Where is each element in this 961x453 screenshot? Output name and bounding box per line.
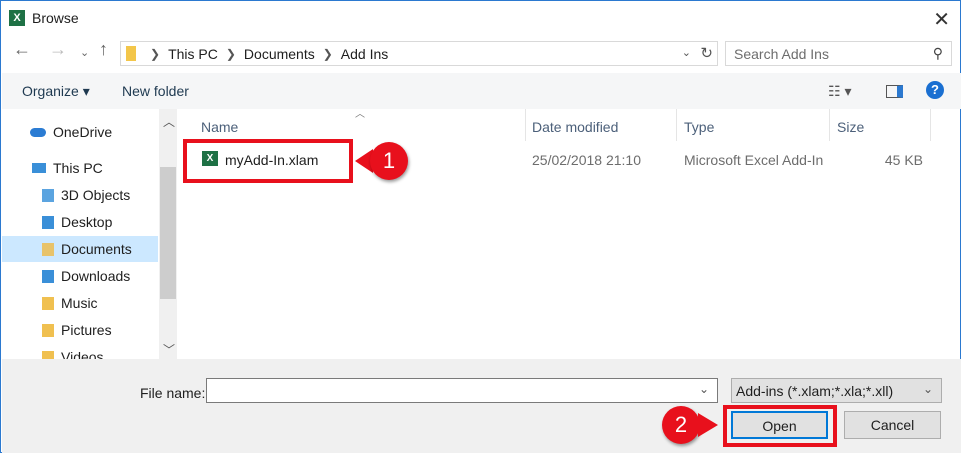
- refresh-icon[interactable]: ↻: [700, 44, 713, 62]
- sidebar-item-label: OneDrive: [53, 124, 113, 140]
- preview-pane-icon[interactable]: [886, 85, 903, 98]
- cloud-icon: [30, 127, 46, 137]
- file-type-select[interactable]: Add-ins (*.xlam;*.xla;*.xll) ⌄: [731, 378, 942, 403]
- file-highlight-box: [183, 139, 353, 183]
- toolbar: Organize ▾ New folder ☷ ▾ ?: [2, 73, 961, 109]
- breadcrumb-separator: ❯: [150, 46, 161, 61]
- callout-badge-2: 2: [662, 406, 700, 444]
- file-type: Microsoft Excel Add-In: [684, 152, 824, 168]
- column-date-modified[interactable]: Date modified: [532, 119, 618, 135]
- back-icon[interactable]: ←: [13, 39, 31, 69]
- sidebar-item-3d-objects[interactable]: 3D Objects: [2, 182, 158, 208]
- search-input[interactable]: Search Add Ins ⚲: [725, 41, 952, 66]
- breadcrumb-this-pc[interactable]: This PC: [168, 46, 218, 62]
- file-type-value: Add-ins (*.xlam;*.xla;*.xll): [736, 383, 894, 399]
- sidebar-item-this-pc[interactable]: This PC: [2, 155, 158, 181]
- documents-icon: [42, 242, 54, 256]
- excel-icon: X: [9, 10, 25, 26]
- sidebar-item-downloads[interactable]: Downloads: [2, 263, 158, 289]
- callout-badge-1: 1: [370, 142, 408, 180]
- scroll-down-icon[interactable]: ﹀: [163, 341, 175, 358]
- sidebar-item-label: Desktop: [61, 214, 113, 230]
- search-placeholder: Search Add Ins: [734, 46, 829, 62]
- address-bar[interactable]: ❯ This PC ❯ Documents ❯ Add Ins ⌄ ↻: [120, 41, 718, 66]
- sidebar-item-music[interactable]: Music: [2, 290, 158, 316]
- computer-icon: [32, 163, 46, 173]
- sidebar-item-onedrive[interactable]: OneDrive: [2, 119, 158, 145]
- sidebar-item-label: This PC: [53, 160, 103, 176]
- file-date: 25/02/2018 21:10: [532, 152, 641, 168]
- column-headers: Name Date modified Type Size: [191, 109, 931, 141]
- address-dropdown-icon[interactable]: ⌄: [682, 46, 691, 59]
- sidebar-item-label: Downloads: [61, 268, 131, 284]
- column-divider[interactable]: [930, 109, 931, 141]
- sidebar-item-label: Videos: [61, 349, 104, 359]
- forward-icon[interactable]: →: [49, 39, 67, 69]
- close-icon[interactable]: ✕: [933, 7, 950, 32]
- sidebar-item-videos[interactable]: Videos: [2, 344, 158, 359]
- music-icon: [42, 296, 54, 310]
- chevron-down-icon[interactable]: ⌄: [699, 382, 709, 396]
- new-folder-button[interactable]: New folder: [122, 83, 189, 99]
- videos-icon: [42, 350, 54, 359]
- sidebar-item-label: Documents: [61, 241, 132, 257]
- column-divider[interactable]: [525, 109, 526, 141]
- sidebar-item-desktop[interactable]: Desktop: [2, 209, 158, 235]
- help-icon[interactable]: ?: [926, 81, 944, 99]
- folder-icon: [126, 46, 136, 61]
- column-size[interactable]: Size: [837, 119, 864, 135]
- sidebar-item-label: Pictures: [61, 322, 112, 338]
- title-bar: X Browse ✕: [1, 1, 960, 35]
- sidebar-scrollbar[interactable]: ︿ ﹀: [159, 109, 177, 359]
- search-icon[interactable]: ⚲: [933, 45, 943, 62]
- column-name[interactable]: Name: [201, 119, 238, 135]
- column-type[interactable]: Type: [684, 119, 714, 135]
- desktop-icon: [42, 215, 54, 229]
- view-options-icon[interactable]: ☷ ▾: [828, 83, 851, 100]
- recent-chevron-icon[interactable]: ⌄: [80, 46, 89, 76]
- callout-pointer: [698, 413, 718, 437]
- scrollbar-thumb[interactable]: [160, 167, 176, 299]
- breadcrumb-add-ins[interactable]: Add Ins: [341, 46, 388, 62]
- navigation-pane: OneDrive This PC 3D Objects Desktop Docu…: [2, 109, 177, 359]
- file-name-label: File name:: [140, 385, 206, 401]
- downloads-icon: [42, 269, 54, 283]
- 3d-objects-icon: [42, 188, 54, 202]
- scroll-up-icon[interactable]: ︿: [163, 113, 175, 130]
- chevron-down-icon: ⌄: [922, 382, 933, 396]
- sidebar-item-documents[interactable]: Documents: [2, 236, 158, 262]
- breadcrumb-separator: ❯: [322, 46, 333, 61]
- breadcrumb-separator: ❯: [225, 46, 236, 61]
- breadcrumb-documents[interactable]: Documents: [244, 46, 315, 62]
- sidebar-item-label: Music: [61, 295, 98, 311]
- file-size: 45 KB: [884, 152, 923, 168]
- file-name-input[interactable]: ⌄: [206, 378, 718, 403]
- sidebar-item-label: 3D Objects: [61, 187, 131, 203]
- sidebar-item-pictures[interactable]: Pictures: [2, 317, 158, 343]
- open-highlight-box: [723, 405, 837, 447]
- window-title: Browse: [32, 10, 79, 26]
- column-divider[interactable]: [829, 109, 830, 141]
- cancel-button[interactable]: Cancel: [844, 411, 941, 439]
- column-divider[interactable]: [676, 109, 677, 141]
- up-icon[interactable]: ↑: [99, 39, 108, 69]
- organize-button[interactable]: Organize ▾: [22, 83, 90, 100]
- pictures-icon: [42, 323, 54, 337]
- browse-dialog: X Browse ✕ ← → ⌄ ↑ ❯ This PC ❯ Documents…: [0, 0, 961, 453]
